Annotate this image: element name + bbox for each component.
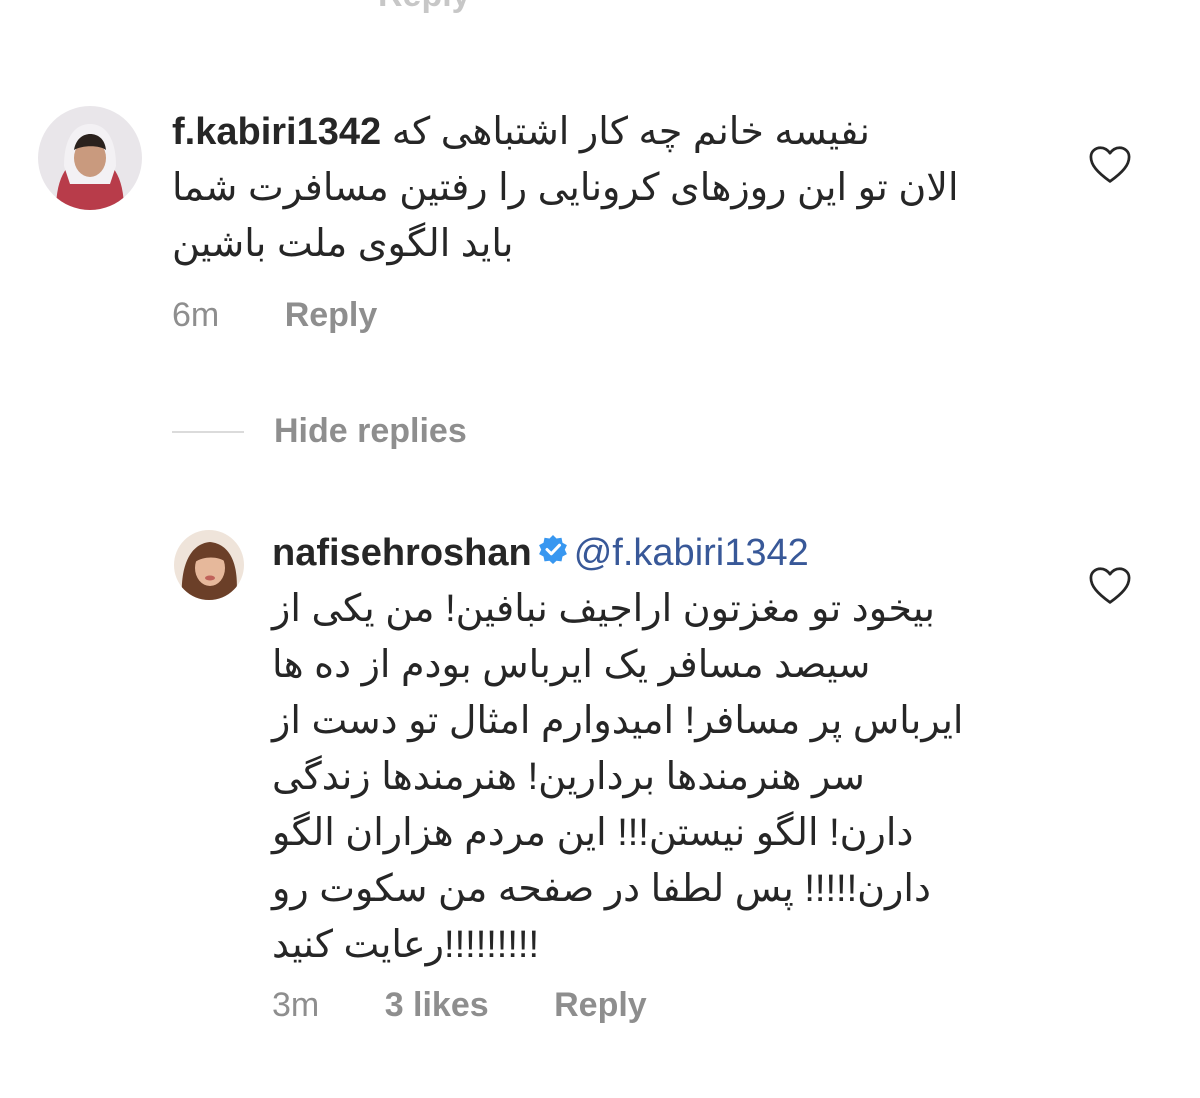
reply-button[interactable]: Reply — [554, 986, 647, 1024]
comment-text-line: سیصد مسافر یک ایرباس بودم از ده ها — [272, 644, 871, 686]
comment-actions: 6m Reply — [172, 296, 433, 335]
comment-timestamp: 3m — [272, 986, 320, 1024]
avatar[interactable] — [38, 106, 142, 210]
comment-text-line: نفیسه خانم چه کار اشتباهی که — [391, 111, 870, 153]
previous-reply-link[interactable]: Reply — [378, 0, 471, 15]
hide-replies-button[interactable]: Hide replies — [172, 412, 467, 451]
comment-username[interactable]: f.kabiri1342 — [172, 111, 381, 153]
comment-text-line: الان تو این روزهای کرونایی را رفتین مساف… — [172, 167, 959, 209]
reply-button[interactable]: Reply — [285, 296, 378, 334]
comment-text-line: دارن! الگو نیستن!!! این مردم هزاران الگو — [272, 812, 914, 854]
likes-count-link[interactable]: 3 likes — [385, 986, 489, 1024]
comment-text-line: باید الگوی ملت باشین — [172, 223, 514, 265]
mention-link[interactable]: @f.kabiri1342 — [574, 532, 809, 574]
comment-username[interactable]: nafisehroshan — [272, 532, 532, 574]
comment-body: f.kabiri1342 نفیسه خانم چه کار اشتباهی ک… — [172, 104, 1032, 272]
comment-text-line: سر هنرمندها بردارین! هنرمندها زندگی — [272, 756, 865, 798]
comment-text-line: ایرباس پر مسافر! امیدوارم امثال تو دست ا… — [272, 700, 964, 742]
verified-badge-icon — [538, 524, 568, 580]
comment-timestamp: 6m — [172, 296, 220, 334]
divider — [172, 430, 244, 433]
avatar[interactable] — [174, 530, 244, 600]
comment-text-line: بیخود تو مغزتون اراجیف نبافین! من یکی از — [272, 588, 935, 630]
heart-outline-icon[interactable] — [1088, 145, 1132, 185]
heart-outline-icon[interactable] — [1088, 566, 1132, 606]
reply-body: nafisehroshan @f.kabiri1342 بیخود تو مغز… — [272, 525, 1052, 973]
hide-replies-label: Hide replies — [274, 412, 467, 450]
comment-text-line: دارن!!!!! پس لطفا در صفحه من سکوت رو — [272, 868, 931, 910]
comment-text-line: !!!!!!!!!رعایت کنید — [272, 924, 540, 966]
reply-actions: 3m 3 likes Reply — [272, 986, 703, 1025]
